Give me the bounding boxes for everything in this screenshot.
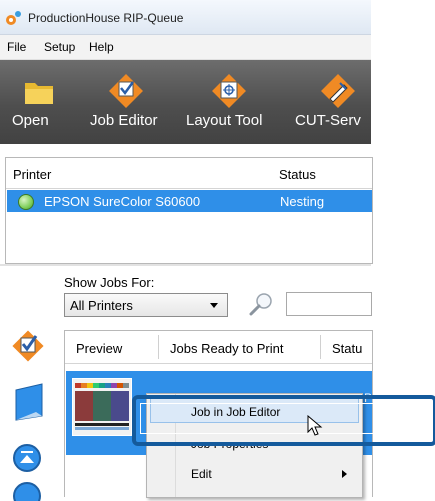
menu-bar: File Setup Help — [0, 35, 371, 60]
layout-tool-label: Layout Tool — [186, 112, 263, 129]
title-bar: ProductionHouse RIP-Queue — [0, 0, 371, 35]
open-button[interactable]: Open — [6, 60, 70, 144]
search-input[interactable] — [286, 292, 372, 316]
job-editor-label: Job Editor — [90, 112, 158, 129]
show-jobs-label: Show Jobs For: — [64, 275, 155, 290]
header-divider — [6, 188, 372, 189]
job-editor-button[interactable]: Job Editor — [84, 60, 172, 144]
job-editor-icon — [109, 74, 143, 108]
column-separator — [158, 335, 159, 359]
move-to-top-icon[interactable] — [12, 443, 42, 473]
app-logo-icon — [6, 11, 21, 25]
printer-status: Nesting — [280, 194, 325, 209]
open-label: Open — [12, 112, 49, 129]
move-down-icon[interactable] — [12, 481, 42, 501]
layout-tool-icon — [212, 74, 246, 108]
callout-inner-border — [140, 403, 427, 434]
menu-setup[interactable]: Setup — [44, 40, 75, 54]
pane-splitter[interactable] — [0, 264, 371, 266]
submenu-arrow-icon — [342, 470, 347, 478]
jobs-header: Preview Jobs Ready to Print Statu — [65, 331, 372, 364]
search-icon[interactable] — [247, 291, 275, 317]
cut-server-label: CUT-Serv — [295, 112, 361, 129]
jobs-ready-column-header[interactable]: Jobs Ready to Print — [170, 341, 283, 356]
menu-file[interactable]: File — [7, 40, 26, 54]
cut-server-button[interactable]: CUT-Serv — [290, 60, 371, 144]
preview-column-header[interactable]: Preview — [76, 341, 122, 356]
toolbar: Open Job Editor Layout Tool CUT-Serv — [0, 60, 371, 144]
mouse-pointer-icon — [307, 415, 323, 436]
menu-help[interactable]: Help — [89, 40, 114, 54]
folder-icon — [25, 83, 53, 104]
window-title: ProductionHouse RIP-Queue — [28, 11, 184, 25]
printer-status-indicator-icon — [18, 194, 34, 210]
status-column-header[interactable]: Status — [279, 167, 316, 182]
job-status-column-header[interactable]: Statu — [332, 341, 362, 356]
printer-filter-select[interactable]: All Printers — [64, 293, 228, 317]
column-separator — [320, 335, 321, 359]
chevron-down-icon — [210, 303, 218, 308]
layout-tool-button[interactable]: Layout Tool — [183, 60, 279, 144]
printer-list: Printer Status EPSON SureColor S60600 Ne… — [5, 157, 373, 264]
printer-row[interactable]: EPSON SureColor S60600 Nesting — [7, 190, 372, 212]
job-preview-thumbnail — [72, 378, 132, 436]
approve-jobs-icon[interactable] — [10, 328, 46, 364]
edit-sheet-icon[interactable] — [12, 382, 46, 422]
printer-name: EPSON SureColor S60600 — [44, 194, 201, 209]
menu-item-edit[interactable]: Edit — [191, 467, 212, 481]
printer-column-header[interactable]: Printer — [13, 167, 51, 182]
cut-server-icon — [321, 74, 355, 108]
printer-filter-value: All Printers — [70, 298, 133, 313]
